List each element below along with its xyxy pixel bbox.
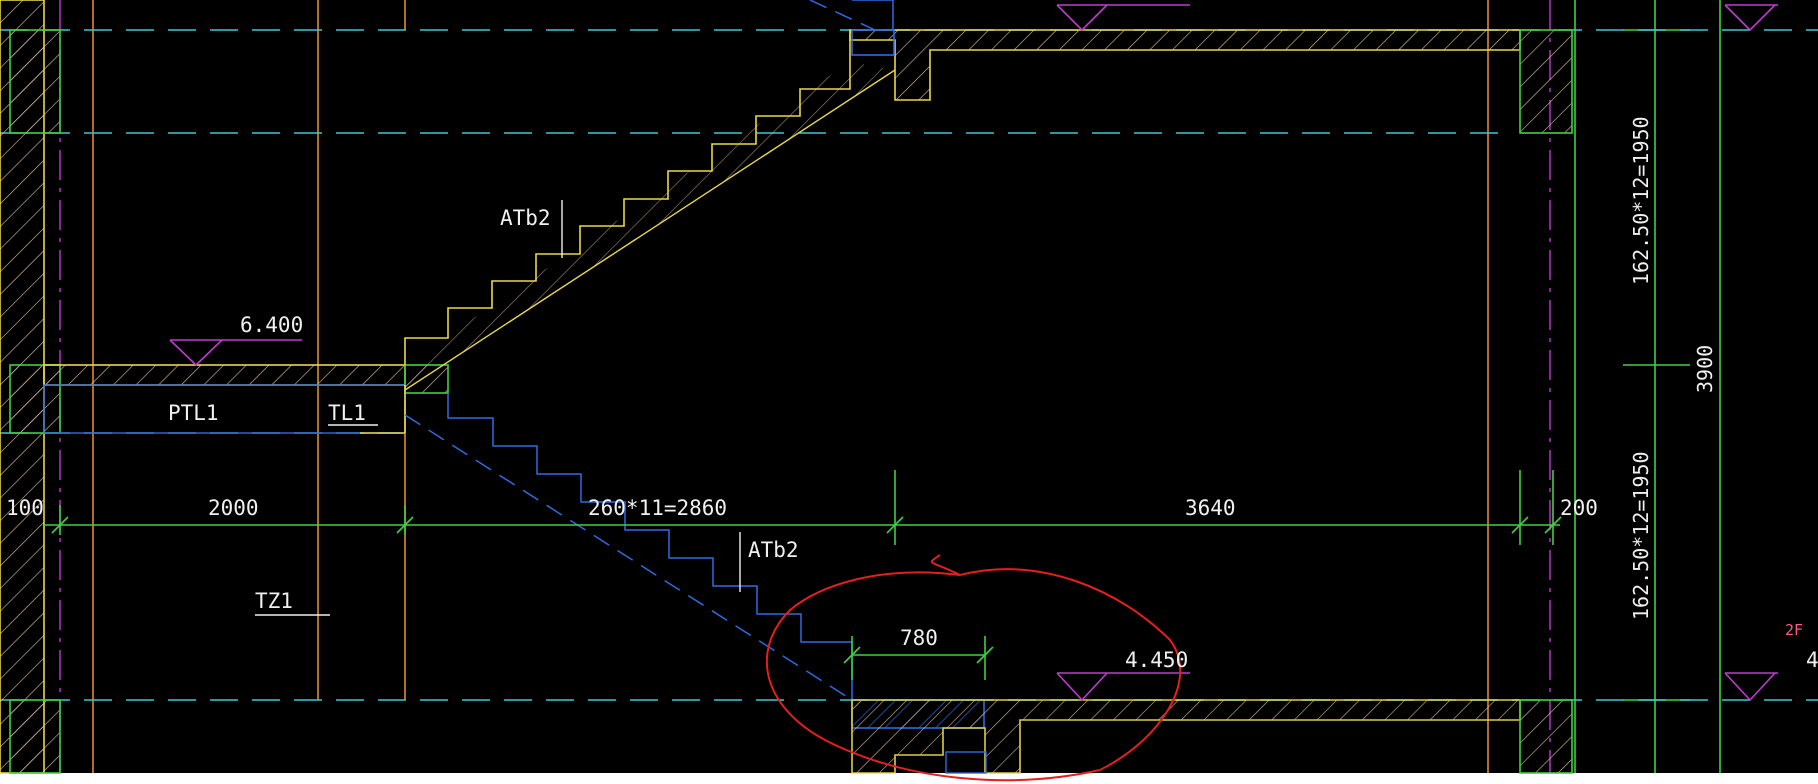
dim-right-span: 3640 [1185, 496, 1236, 520]
floor-tag: 2F [1785, 621, 1803, 639]
stair-label-upper: ATb2 [500, 206, 551, 230]
edge-fragment-text: 4 [1806, 648, 1818, 672]
stair-beam-label: TL1 [328, 401, 366, 425]
dim-run: 260*11=2860 [588, 496, 727, 520]
dim-right-edge: 200 [1560, 496, 1598, 520]
dim-left-edge: 100 [6, 496, 44, 520]
dim-vertical-lower: 162.50*12=1950 [1629, 451, 1653, 620]
dim-landing: 2000 [208, 496, 259, 520]
stair-label-lower: ATb2 [748, 538, 799, 562]
bottom-white-strip [0, 773, 1818, 784]
dim-vertical-upper: 162.50*12=1950 [1629, 116, 1653, 285]
elevation-floor: 4.450 [1125, 648, 1188, 672]
stair-column-label: TZ1 [255, 589, 293, 613]
dim-circled: 780 [900, 626, 938, 650]
elevation-landing: 6.400 [240, 313, 303, 337]
landing-beam-label: PTL1 [168, 401, 219, 425]
cad-drawing-canvas[interactable]: ATb2 ATb2 PTL1 TL1 TZ1 6.400 4.450 100 2… [0, 0, 1818, 784]
dim-vertical-total: 3900 [1693, 345, 1717, 393]
